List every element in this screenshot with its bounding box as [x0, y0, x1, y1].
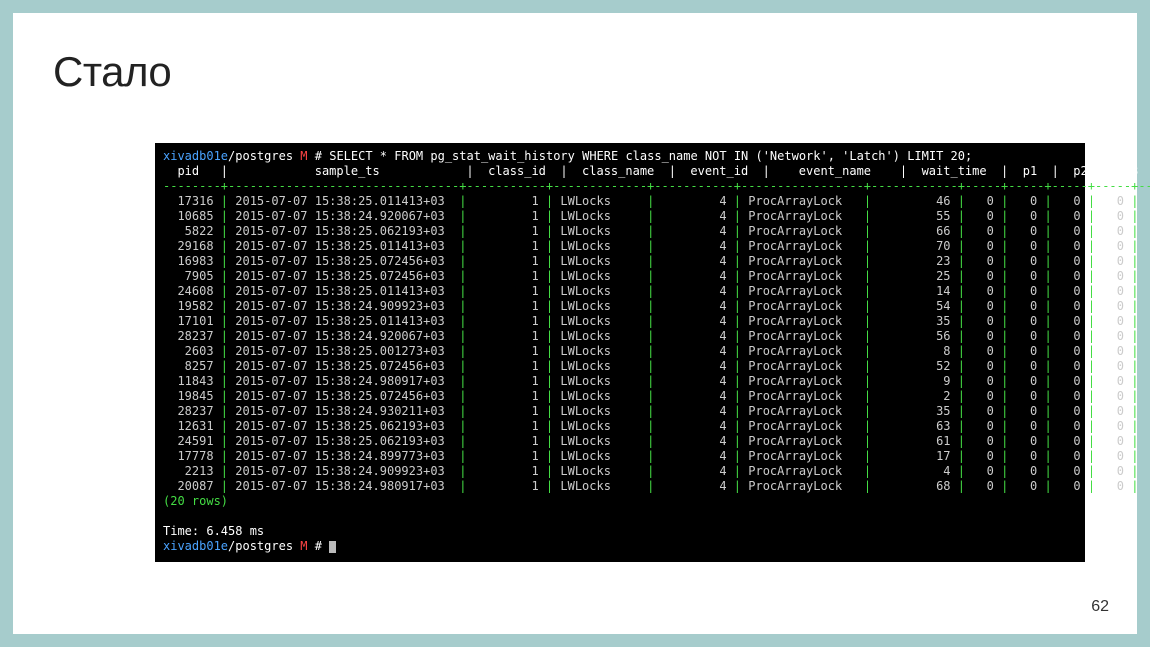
table-separator: --------+-------------------------------…: [163, 179, 1077, 194]
table-row: 17778 | 2015-07-07 15:38:24.899773+03 | …: [163, 449, 1077, 464]
table-row: 28237 | 2015-07-07 15:38:24.930211+03 | …: [163, 404, 1077, 419]
table-row: 24608 | 2015-07-07 15:38:25.011413+03 | …: [163, 284, 1077, 299]
table-row: 17316 | 2015-07-07 15:38:25.011413+03 | …: [163, 194, 1077, 209]
page-number: 62: [1091, 598, 1109, 616]
time-line: Time: 6.458 ms: [163, 524, 1077, 539]
table-body: 17316 | 2015-07-07 15:38:25.011413+03 | …: [163, 194, 1077, 494]
prompt-host: xivadb01e: [163, 149, 228, 163]
slide: Стало xivadb01e/postgres M # SELECT * FR…: [13, 13, 1137, 634]
terminal-output: xivadb01e/postgres M # SELECT * FROM pg_…: [155, 143, 1085, 562]
table-row: 20087 | 2015-07-07 15:38:24.980917+03 | …: [163, 479, 1077, 494]
prompt-marker: M: [300, 149, 307, 163]
prompt-path: /postgres: [228, 149, 293, 163]
prompt-marker: M: [300, 539, 307, 553]
table-row: 10685 | 2015-07-07 15:38:24.920067+03 | …: [163, 209, 1077, 224]
table-row: 7905 | 2015-07-07 15:38:25.072456+03 | 1…: [163, 269, 1077, 284]
table-row: 16983 | 2015-07-07 15:38:25.072456+03 | …: [163, 254, 1077, 269]
prompt-host: xivadb01e: [163, 539, 228, 553]
table-row: 19845 | 2015-07-07 15:38:25.072456+03 | …: [163, 389, 1077, 404]
table-row: 2213 | 2015-07-07 15:38:24.909923+03 | 1…: [163, 464, 1077, 479]
table-row: 24591 | 2015-07-07 15:38:25.062193+03 | …: [163, 434, 1077, 449]
table-row: 5822 | 2015-07-07 15:38:25.062193+03 | 1…: [163, 224, 1077, 239]
table-row: 11843 | 2015-07-07 15:38:24.980917+03 | …: [163, 374, 1077, 389]
prompt-line-2: xivadb01e/postgres M #: [163, 539, 1077, 554]
sql-query: SELECT * FROM pg_stat_wait_history WHERE…: [329, 149, 972, 163]
table-row: 19582 | 2015-07-07 15:38:24.909923+03 | …: [163, 299, 1077, 314]
table-row: 8257 | 2015-07-07 15:38:25.072456+03 | 1…: [163, 359, 1077, 374]
table-row: 17101 | 2015-07-07 15:38:25.011413+03 | …: [163, 314, 1077, 329]
row-count: (20 rows): [163, 494, 1077, 509]
prompt-hash: #: [315, 539, 322, 553]
cursor-icon: [329, 541, 336, 553]
prompt-line-1: xivadb01e/postgres M # SELECT * FROM pg_…: [163, 149, 1077, 164]
prompt-path: /postgres: [228, 539, 293, 553]
table-header: pid | sample_ts | class_id | class_name …: [163, 164, 1077, 179]
table-row: 12631 | 2015-07-07 15:38:25.062193+03 | …: [163, 419, 1077, 434]
prompt-hash: #: [315, 149, 322, 163]
table-row: 29168 | 2015-07-07 15:38:25.011413+03 | …: [163, 239, 1077, 254]
table-row: 28237 | 2015-07-07 15:38:24.920067+03 | …: [163, 329, 1077, 344]
blank-line: [163, 509, 1077, 524]
slide-title: Стало: [53, 48, 171, 96]
table-row: 2603 | 2015-07-07 15:38:25.001273+03 | 1…: [163, 344, 1077, 359]
